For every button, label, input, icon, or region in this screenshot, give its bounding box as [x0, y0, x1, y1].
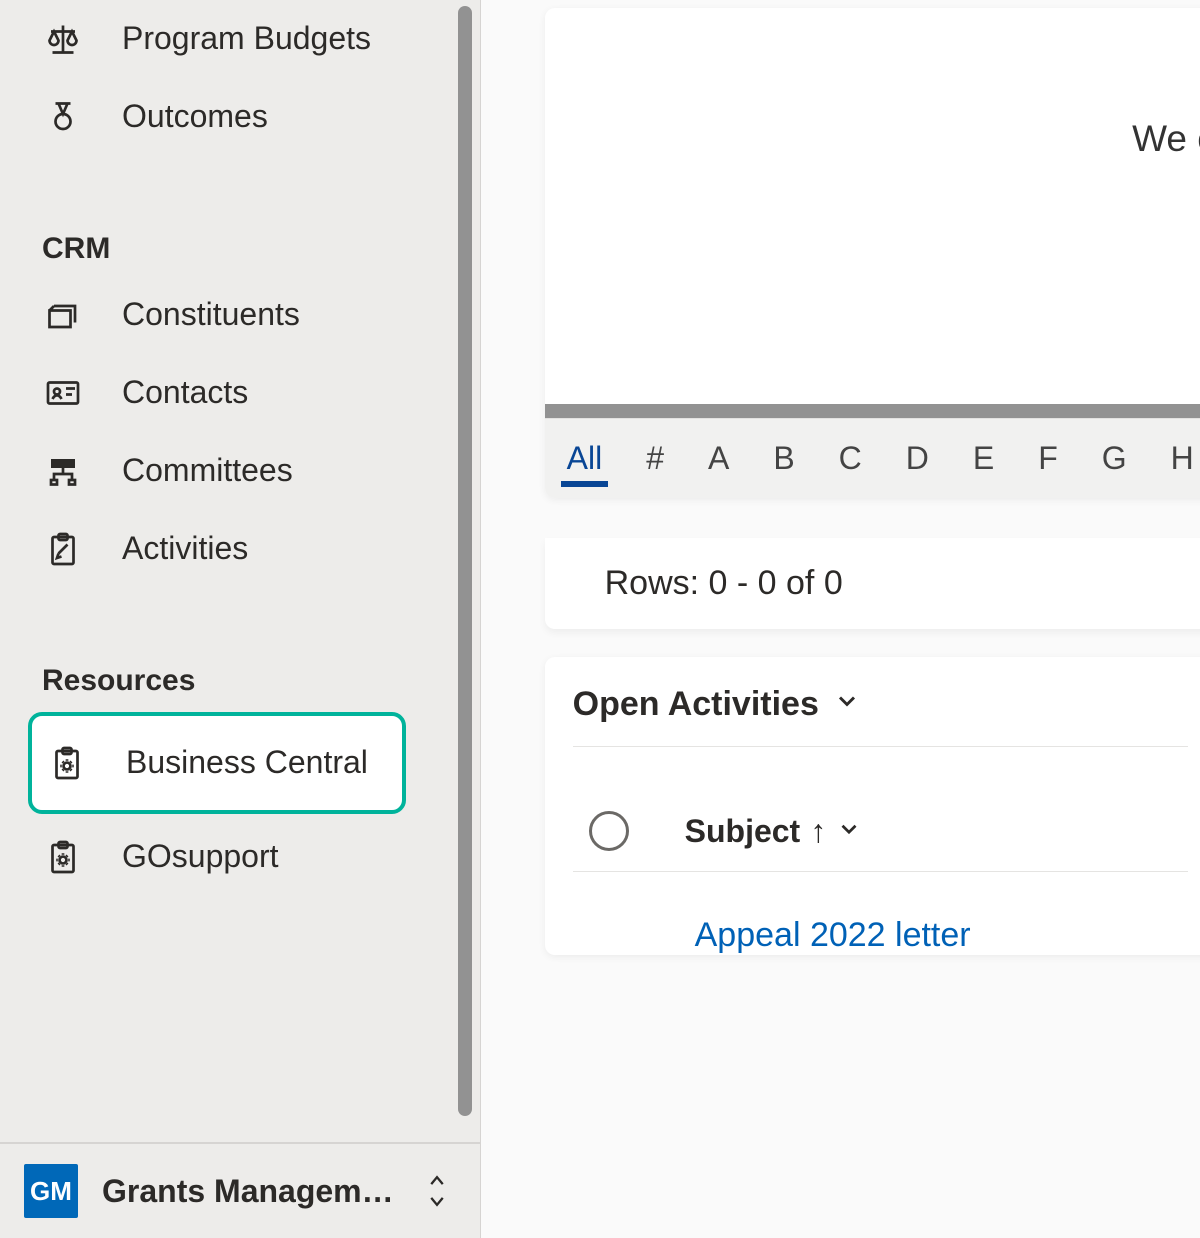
chevron-down-icon — [833, 685, 861, 724]
activity-link[interactable]: Appeal 2022 letter — [695, 916, 971, 954]
sidebar-item-label: GOsupport — [122, 836, 279, 878]
chevron-down-icon — [836, 813, 862, 850]
sidebar-item-program-budgets[interactable]: Program Budgets — [0, 0, 440, 78]
sidebar-item-constituents[interactable]: Constituents — [0, 276, 440, 354]
alpha-filter-c[interactable]: C — [833, 430, 868, 487]
sidebar-item-label: Contacts — [122, 372, 248, 414]
alpha-filter-d[interactable]: D — [900, 430, 935, 487]
folder-stack-icon — [42, 294, 84, 336]
sidebar-item-label: Activities — [122, 528, 248, 570]
sidebar-item-label: Committees — [122, 450, 293, 492]
alpha-filter-all[interactable]: All — [561, 430, 609, 487]
sidebar-section-resources: Resources — [0, 636, 440, 708]
rows-count: Rows: 0 - 0 of 0 — [545, 538, 1200, 629]
alpha-filter-a[interactable]: A — [702, 430, 735, 487]
sidebar-item-gosupport[interactable]: GOsupport — [0, 818, 440, 896]
select-all-checkbox[interactable] — [589, 811, 629, 851]
clipboard-edit-icon — [42, 528, 84, 570]
main-content: We c All # ABCDEFGH Rows: 0 - 0 of 0 Open … — [481, 0, 1200, 1238]
sidebar-item-label: Outcomes — [122, 96, 268, 138]
sidebar-item-committees[interactable]: Committees — [0, 432, 440, 510]
org-chart-icon — [42, 450, 84, 492]
sidebar-scrollbar[interactable] — [458, 6, 472, 1116]
alpha-filter-h[interactable]: H — [1165, 430, 1200, 487]
sidebar-item-business-central[interactable]: Business Central — [28, 712, 406, 814]
app-picker-name: Grants Managem… — [102, 1173, 394, 1210]
sidebar-section-crm: CRM — [0, 204, 440, 276]
sidebar-item-label: Constituents — [122, 294, 300, 336]
sidebar-item-outcomes[interactable]: Outcomes — [0, 78, 440, 156]
alphabet-filter: All # ABCDEFGH — [545, 418, 1200, 498]
sidebar-item-label: Program Budgets — [122, 18, 371, 60]
empty-state-message: We c — [545, 8, 1200, 160]
sidebar: Program Budgets Outcomes CRM Constituent… — [0, 0, 481, 1238]
app-avatar: GM — [24, 1164, 78, 1218]
list-header: Subject ↑ — [545, 747, 1200, 871]
open-activities-title: Open Activities — [573, 685, 819, 724]
column-header-subject[interactable]: Subject ↑ — [685, 813, 863, 850]
list-card: We c All # ABCDEFGH — [545, 8, 1200, 498]
app-switch-icon[interactable] — [418, 1164, 456, 1218]
clipboard-gear-icon — [46, 742, 88, 784]
clipboard-gear-icon — [42, 836, 84, 878]
horizontal-scrollbar[interactable] — [545, 404, 1200, 418]
sidebar-item-activities[interactable]: Activities — [0, 510, 440, 588]
open-activities-toggle[interactable]: Open Activities — [545, 657, 1200, 746]
list-row[interactable]: Appeal 2022 letter — [545, 872, 1200, 955]
alpha-filter-e[interactable]: E — [967, 430, 1000, 487]
alpha-filter-b[interactable]: B — [767, 430, 800, 487]
open-activities-card: Open Activities Subject ↑ Appeal 2022 — [545, 657, 1200, 955]
alpha-filter-g[interactable]: G — [1096, 430, 1133, 487]
sort-arrow-up-icon: ↑ — [810, 813, 826, 850]
balance-icon — [42, 18, 84, 60]
sidebar-item-label: Business Central — [126, 742, 368, 784]
app-picker[interactable]: GM Grants Managem… — [0, 1142, 480, 1238]
sidebar-item-contacts[interactable]: Contacts — [0, 354, 440, 432]
medal-icon — [42, 96, 84, 138]
contact-card-icon — [42, 372, 84, 414]
alpha-filter-#[interactable]: # — [640, 430, 670, 487]
alpha-filter-f[interactable]: F — [1032, 430, 1064, 487]
column-header-label: Subject — [685, 813, 801, 850]
